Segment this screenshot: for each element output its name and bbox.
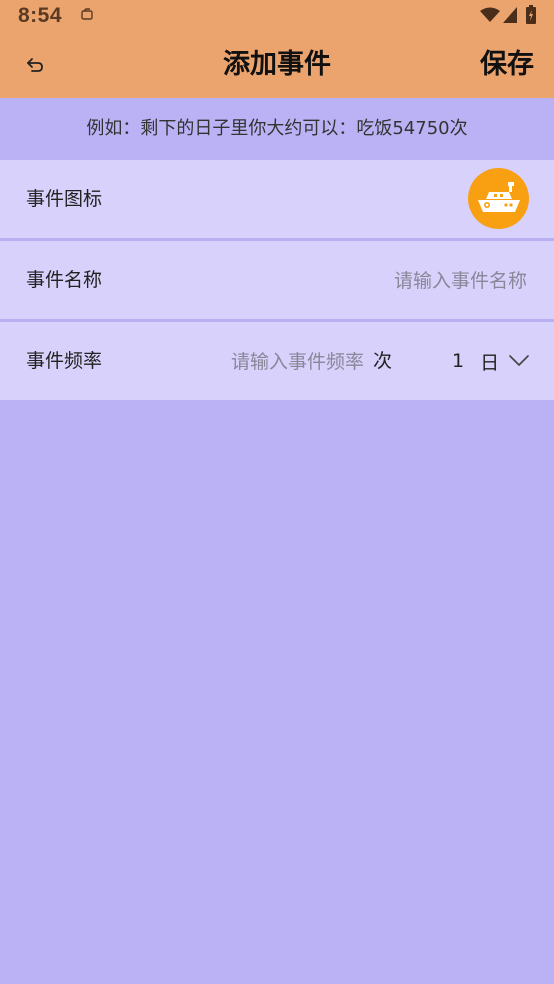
page-title: 添加事件 (223, 49, 331, 80)
frequency-unit: 次 (373, 350, 393, 372)
event-icon-label: 事件图标 (26, 188, 103, 210)
event-name-label: 事件名称 (26, 269, 103, 291)
event-name-row: 事件名称 (0, 241, 554, 319)
signal-icon (503, 7, 517, 23)
chevron-down-icon (509, 355, 529, 366)
event-frequency-row: 事件频率 次 1 日 (0, 322, 554, 400)
period-count: 1 (452, 350, 465, 372)
battery-icon (526, 5, 536, 24)
app-header: 8:54 添加事件 保存 (0, 0, 554, 98)
event-frequency-label: 事件频率 (26, 350, 103, 372)
event-icon-row: 事件图标 (0, 160, 554, 238)
status-time: 8:54 (18, 4, 63, 27)
wifi-icon (480, 7, 500, 22)
period-selector[interactable]: 1 日 (452, 322, 529, 400)
notification-icon (81, 8, 93, 20)
status-bar: 8:54 (0, 0, 554, 32)
period-unit: 日 (480, 351, 500, 374)
ship-icon (477, 181, 520, 212)
event-icon-picker[interactable] (468, 168, 529, 229)
event-frequency-input[interactable] (210, 339, 366, 385)
event-name-input[interactable] (265, 258, 529, 304)
save-button[interactable]: 保存 (480, 44, 534, 86)
example-hint: 例如：剩下的日子里你大约可以：吃饭54750次 (86, 118, 468, 139)
